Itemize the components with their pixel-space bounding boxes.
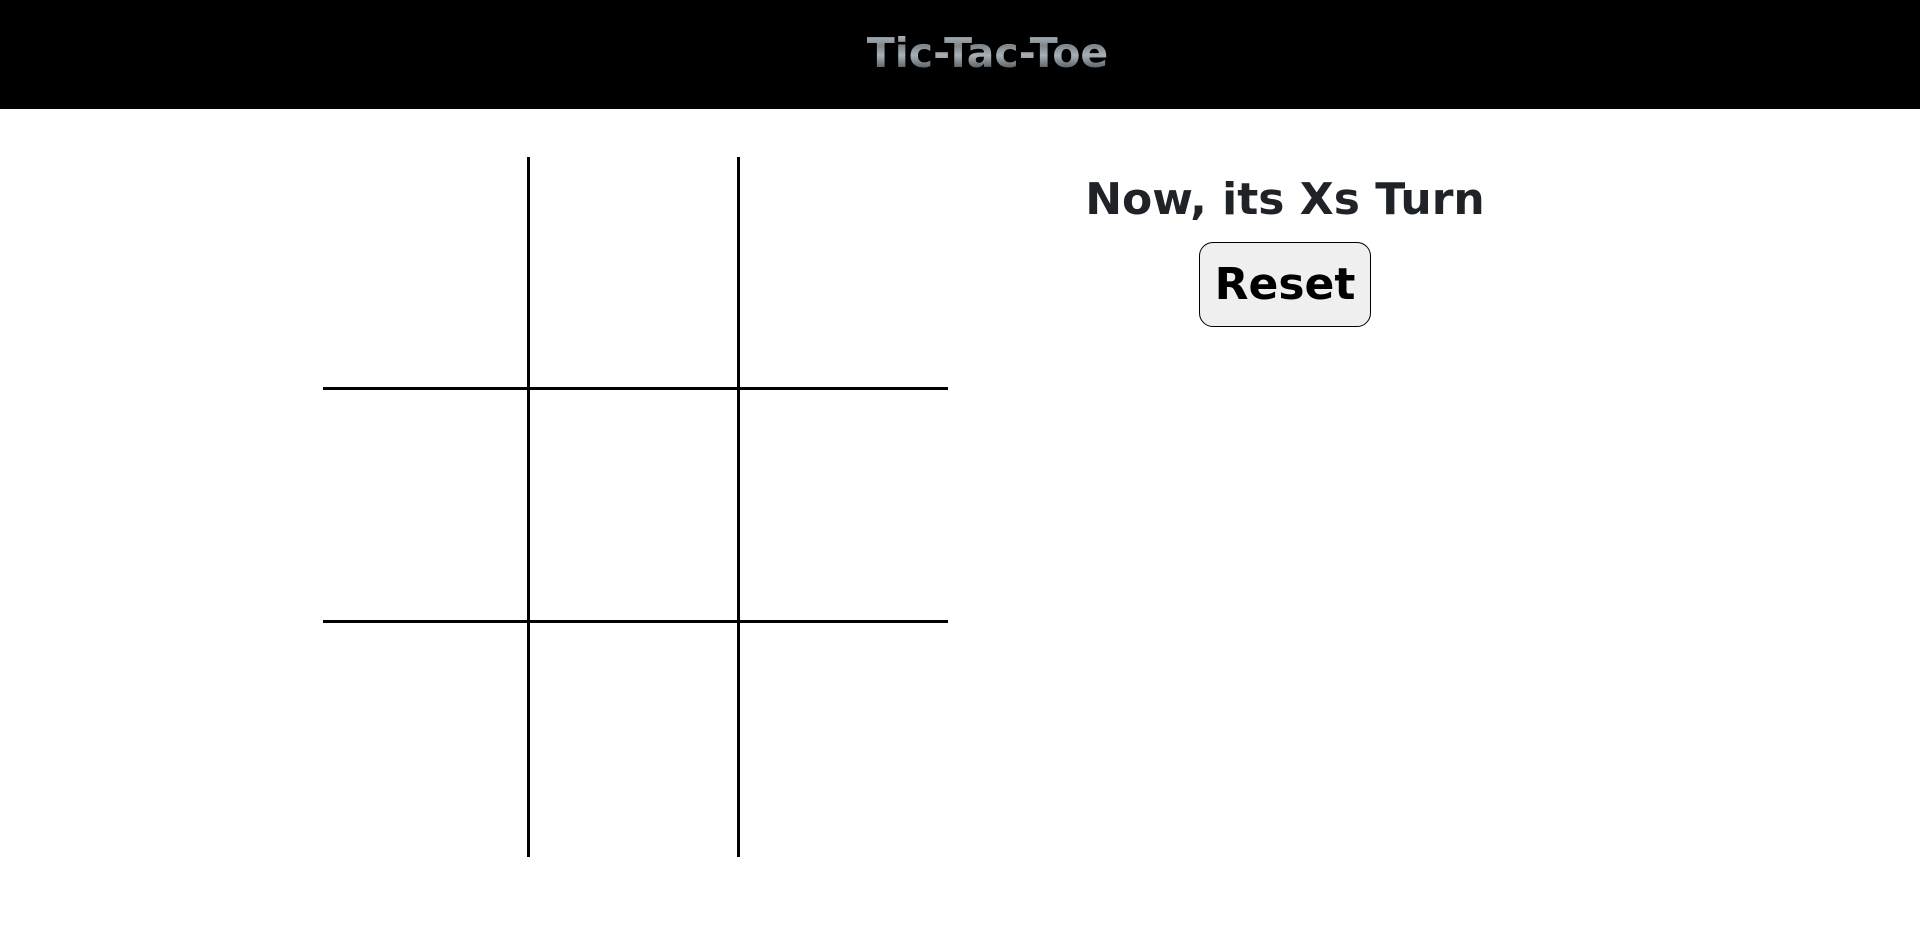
board-cell-4[interactable] bbox=[323, 390, 530, 623]
reset-button[interactable]: Reset bbox=[1199, 242, 1371, 327]
board-cell-7[interactable] bbox=[323, 623, 530, 857]
board-cell-1[interactable] bbox=[323, 157, 530, 390]
game-board bbox=[323, 157, 948, 857]
page-title: Tic-Tac-Toe bbox=[866, 28, 1109, 77]
navbar: Tic-Tac-Toe bbox=[0, 0, 1920, 109]
board-cell-8[interactable] bbox=[530, 623, 740, 857]
board-cell-5[interactable] bbox=[530, 390, 740, 623]
board-cell-3[interactable] bbox=[740, 157, 948, 390]
board-cell-2[interactable] bbox=[530, 157, 740, 390]
game-info-panel: Now, its Xs Turn Reset bbox=[1000, 172, 1570, 327]
board-cell-6[interactable] bbox=[740, 390, 948, 623]
turn-status: Now, its Xs Turn bbox=[1085, 174, 1485, 225]
board-cell-9[interactable] bbox=[740, 623, 948, 857]
